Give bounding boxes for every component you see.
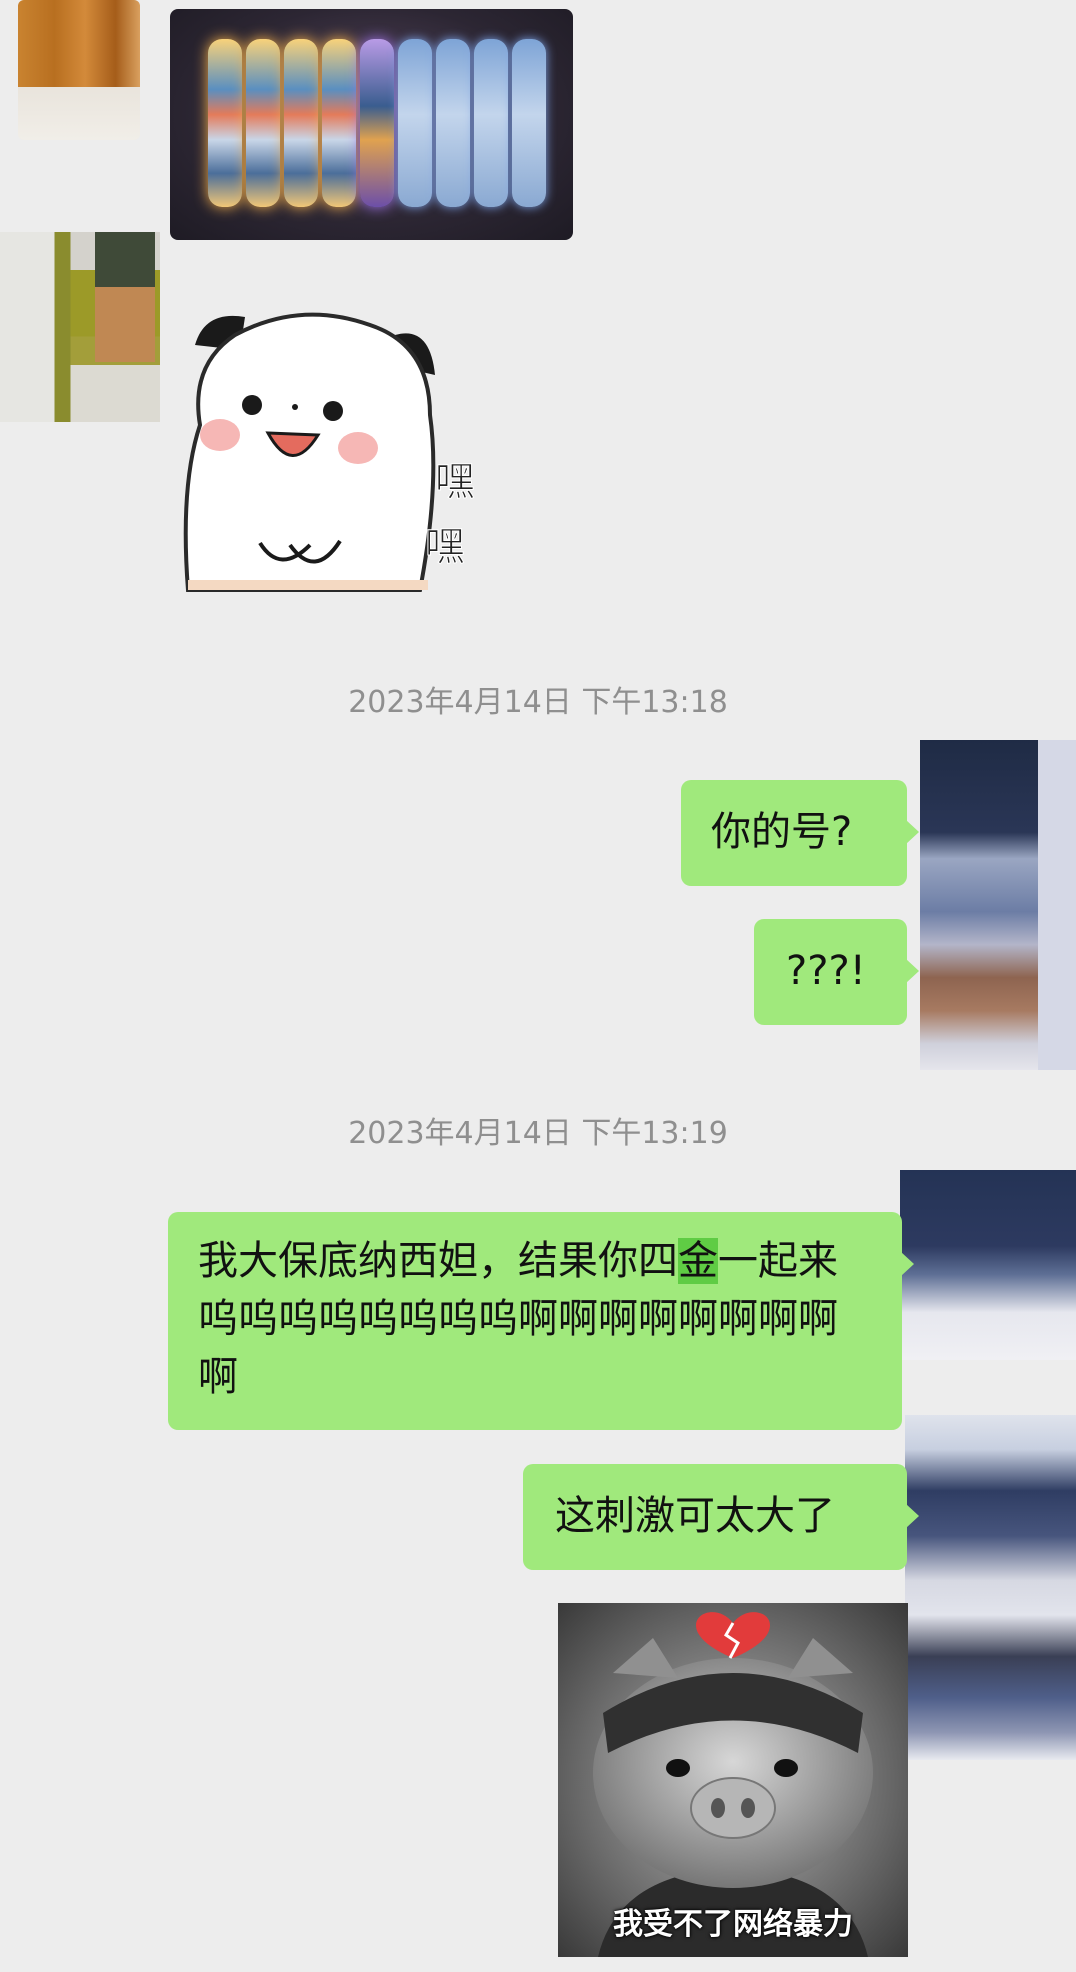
my-avatar[interactable] [905,1415,1076,1760]
bun-sticker[interactable]: 嘿 嘿 [180,305,500,595]
bun-sticker-text: 嘿 [435,459,475,505]
message-bubble[interactable]: ???! [754,919,919,1025]
message-timestamp: 2023年4月14日 下午13:19 [348,1116,728,1151]
pig-meme-sticker[interactable]: 我受不了网络暴力 [558,1603,908,1957]
bun-sticker-text: 嘿 [425,524,465,570]
message-bubble[interactable]: 你的号? [681,780,919,886]
message-text: 我大保底纳西妲，结果你四 [198,1238,678,1284]
message-text-selection: 金 [678,1238,718,1284]
gacha-card-gold [208,39,242,207]
bun-sticker-art: 嘿 嘿 [183,312,476,592]
my-avatar[interactable] [920,740,1076,1070]
gacha-card-gold [284,39,318,207]
message-bubble[interactable]: 这刺激可太大了 [523,1464,919,1570]
gacha-card-blue [474,39,508,207]
gacha-card-blue [512,39,546,207]
pig-meme-caption: 我受不了网络暴力 [613,1907,853,1942]
message-bubble[interactable]: 我大保底纳西妲，结果你四金一起来呜呜呜呜呜呜呜呜啊啊啊啊啊啊啊啊啊 [168,1212,914,1430]
gacha-card-blue [436,39,470,207]
message-text: 你的号? [711,809,853,855]
chat-screen: 嘿 嘿 2023年4月14日 下午13:18 2023年4月14日 下午13:1… [0,0,1076,1972]
gacha-card-purple [360,39,394,207]
game-screenshot-image[interactable] [170,9,573,240]
my-avatar[interactable] [900,1170,1076,1360]
message-text: ???! [786,948,866,994]
gacha-card-gold [322,39,356,207]
contact-avatar[interactable] [18,0,140,140]
message-timestamp: 2023年4月14日 下午13:18 [348,685,728,720]
contact-avatar[interactable] [0,232,160,422]
gacha-card-blue [398,39,432,207]
message-text: 这刺激可太大了 [555,1493,835,1539]
gacha-card-gold [246,39,280,207]
